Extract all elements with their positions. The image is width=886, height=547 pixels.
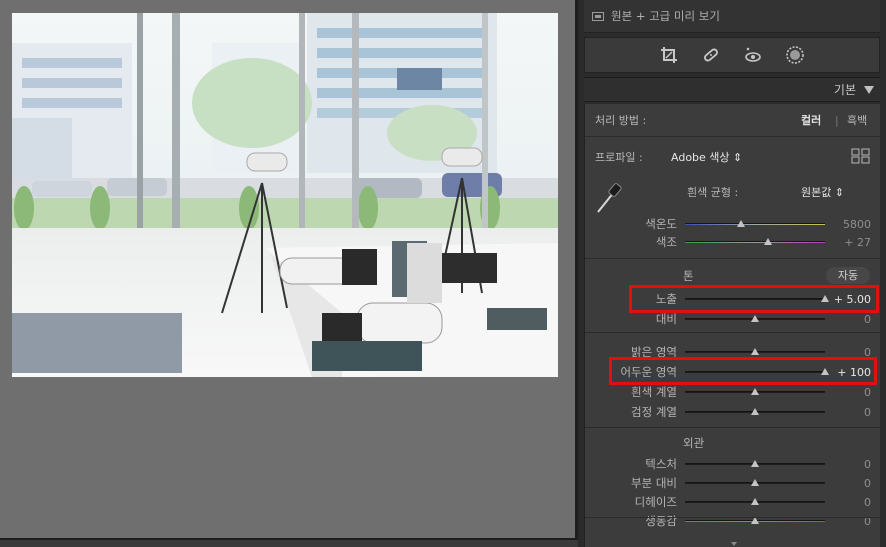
- slider-thumb[interactable]: [737, 220, 745, 227]
- slider-thumb[interactable]: [751, 388, 759, 395]
- highlight-exposure: [629, 285, 879, 313]
- treatment-color-option[interactable]: 컬러: [801, 112, 821, 128]
- profile-label: 프로파일 :: [595, 151, 643, 164]
- slider-row: 디헤이즈 0: [585, 494, 881, 510]
- slider-track[interactable]: [685, 238, 825, 245]
- slider-value[interactable]: 0: [831, 313, 871, 326]
- slider-track[interactable]: [685, 315, 825, 322]
- slider-track[interactable]: [685, 220, 825, 227]
- slider-label: 대비: [655, 312, 677, 326]
- slider-thumb[interactable]: [763, 238, 772, 245]
- slider-value[interactable]: 0: [831, 477, 871, 490]
- slider-thumb[interactable]: [751, 517, 759, 524]
- slider-row: 검정 계열 0: [585, 404, 881, 420]
- preview-label: 원본 + 고급 미리 보기: [611, 9, 720, 23]
- presence-title: 외관: [683, 436, 705, 450]
- slider-value[interactable]: 0: [831, 386, 871, 399]
- highlight-shadows: [609, 357, 877, 385]
- slider-label: 색조: [655, 235, 677, 249]
- photo-canvas[interactable]: [0, 0, 578, 547]
- section-title: 기본: [833, 83, 856, 97]
- slider-track[interactable]: [685, 408, 825, 415]
- slider-label: 텍스처: [645, 457, 677, 471]
- slider-thumb[interactable]: [751, 460, 759, 467]
- slider-row: 흰색 계열 0: [585, 384, 881, 400]
- slider-track[interactable]: [685, 348, 825, 355]
- filmstrip-edge: [0, 538, 578, 547]
- slider-value[interactable]: 0: [831, 458, 871, 471]
- tool-strip: [584, 37, 880, 73]
- slider-row: 생동감 0: [585, 513, 881, 529]
- mask-icon[interactable]: [784, 44, 806, 66]
- crop-icon[interactable]: [658, 44, 680, 66]
- slider-thumb[interactable]: [751, 408, 759, 415]
- divider: [585, 258, 881, 259]
- scroll-down-icon[interactable]: [731, 542, 737, 546]
- wb-select[interactable]: 원본값 ⇕: [801, 184, 844, 200]
- slider-track[interactable]: [685, 479, 825, 486]
- divider: [585, 332, 881, 333]
- basic-panel: 처리 방법 : 컬러 | 흑백 프로파일 : Adobe 색상 ⇕ 흰색 균형 …: [584, 104, 881, 547]
- slider-thumb[interactable]: [751, 498, 759, 505]
- slider-label: 부분 대비: [631, 476, 677, 490]
- slider-track[interactable]: [685, 498, 825, 505]
- slider-row: 부분 대비 0: [585, 475, 881, 491]
- slider-thumb[interactable]: [751, 348, 759, 355]
- slider-value[interactable]: 0: [831, 496, 871, 509]
- preview-checkbox-icon[interactable]: [592, 11, 604, 21]
- slider-value[interactable]: 5800: [831, 218, 871, 231]
- divider: [585, 517, 881, 518]
- divider: [585, 136, 881, 137]
- wb-row: 흰색 균형 : 원본값 ⇕: [585, 184, 881, 200]
- slider-value[interactable]: 0: [831, 406, 871, 419]
- healing-icon[interactable]: [700, 44, 722, 66]
- photo-preview[interactable]: [12, 13, 558, 377]
- slider-label: 디헤이즈: [634, 495, 677, 509]
- treatment-bw-option[interactable]: 흑백: [847, 112, 867, 128]
- slider-thumb[interactable]: [751, 479, 759, 486]
- slider-row: 텍스처 0: [585, 456, 881, 472]
- slider-label: 색온도: [645, 217, 677, 231]
- treatment-label: 처리 방법 :: [595, 114, 647, 127]
- profile-row: 프로파일 : Adobe 색상 ⇕: [585, 148, 881, 166]
- develop-panel: 원본 + 고급 미리 보기 기본 처리 방법 : 컬러 | 흑백 프로파일 :: [581, 0, 886, 547]
- slider-track[interactable]: [685, 517, 825, 524]
- slider-track[interactable]: [685, 460, 825, 467]
- slider-label: 검정 계열: [631, 405, 677, 419]
- slider-label: 생동감: [645, 514, 677, 528]
- slider-track[interactable]: [685, 388, 825, 395]
- photo-image: [12, 13, 558, 377]
- divider: [585, 427, 881, 428]
- slider-row: 색온도 5800: [585, 216, 881, 232]
- wb-label: 흰색 균형 :: [687, 186, 739, 199]
- slider-value[interactable]: + 27: [831, 236, 871, 249]
- profile-select[interactable]: Adobe 색상 ⇕: [671, 149, 742, 165]
- slider-label: 흰색 계열: [631, 385, 677, 399]
- collapse-icon[interactable]: [864, 85, 874, 94]
- redeye-icon[interactable]: [742, 44, 764, 66]
- basic-section-header[interactable]: 기본: [584, 77, 880, 102]
- auto-tone-button[interactable]: 자동: [826, 267, 870, 284]
- profile-browser-icon[interactable]: [851, 148, 871, 167]
- slider-row: 대비 0: [585, 311, 881, 327]
- treatment-row: 처리 방법 : 컬러 | 흑백: [585, 112, 881, 128]
- slider-row: 색조 + 27: [585, 234, 881, 250]
- slider-thumb[interactable]: [751, 315, 759, 322]
- preview-toggle[interactable]: 원본 + 고급 미리 보기: [584, 0, 880, 33]
- treatment-separator: |: [835, 113, 839, 127]
